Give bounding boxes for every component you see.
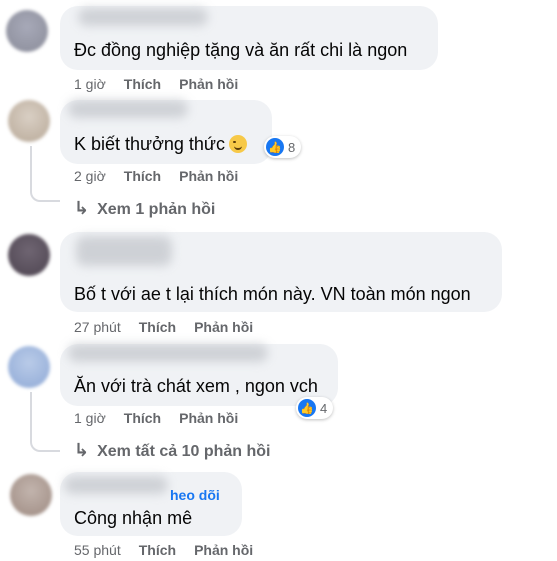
like-button[interactable]: Thích: [124, 410, 161, 426]
comment-text: Bố t với ae t lại thích món này. VN toàn…: [74, 284, 471, 304]
comment-text: Công nhận mê: [74, 508, 193, 528]
comment-bubble: Ăn với trà chát xem , ngon vch: [60, 344, 338, 406]
reply-arrow-icon: ↳: [74, 198, 90, 218]
comment-actions: 1 giờ Thích Phản hồi: [74, 410, 256, 426]
comment-time[interactable]: 2 giờ: [74, 168, 106, 184]
view-replies-link[interactable]: ↳ Xem tất cả 10 phản hồi: [74, 440, 270, 461]
avatar[interactable]: [8, 234, 50, 276]
like-button[interactable]: Thích: [139, 542, 176, 558]
reply-button[interactable]: Phản hồi: [179, 168, 238, 184]
comment-bubble: Đc đồng nghiệp tặng và ăn rất chi là ngo…: [60, 6, 438, 70]
avatar[interactable]: [10, 474, 52, 516]
reply-button[interactable]: Phản hồi: [179, 76, 238, 92]
avatar[interactable]: [8, 100, 50, 142]
comment-bubble: heo dõi Công nhận mê: [60, 472, 242, 536]
thread-connector: [30, 436, 60, 452]
comment-time[interactable]: 1 giờ: [74, 410, 106, 426]
comment-time[interactable]: 55 phút: [74, 542, 121, 558]
comment-actions: 1 giờ Thích Phản hồi: [74, 76, 256, 92]
avatar[interactable]: [8, 346, 50, 388]
commenter-name[interactable]: [76, 236, 172, 266]
like-button[interactable]: Thích: [139, 319, 176, 335]
like-button[interactable]: Thích: [124, 168, 161, 184]
comment-text: K biết thưởng thức: [74, 134, 247, 155]
thread-connector: [30, 186, 60, 202]
commenter-name[interactable]: [78, 8, 208, 26]
commenter-name[interactable]: [68, 344, 268, 362]
thread-line: [30, 392, 32, 436]
reaction-count[interactable]: 👍 8: [264, 136, 302, 158]
reply-arrow-icon: ↳: [74, 440, 90, 460]
commenter-name[interactable]: [64, 476, 168, 494]
reply-button[interactable]: Phản hồi: [194, 542, 253, 558]
like-icon: 👍: [298, 399, 316, 417]
avatar[interactable]: [6, 10, 48, 52]
reply-button[interactable]: Phản hồi: [179, 410, 238, 426]
comment-actions: 27 phút Thích Phản hồi: [74, 319, 271, 335]
like-button[interactable]: Thích: [124, 76, 161, 92]
comment-time[interactable]: 1 giờ: [74, 76, 106, 92]
like-icon: 👍: [266, 138, 284, 156]
follow-link[interactable]: heo dõi: [170, 487, 220, 503]
comment-bubble: K biết thưởng thức: [60, 100, 272, 164]
thread-line: [30, 146, 32, 186]
comment-text: Ăn với trà chát xem , ngon vch: [74, 376, 318, 396]
smirk-emoji: [228, 135, 247, 153]
comment-text: Đc đồng nghiệp tặng và ăn rất chi là ngo…: [74, 40, 408, 60]
commenter-name[interactable]: [68, 100, 188, 118]
comment-time[interactable]: 27 phút: [74, 319, 121, 335]
reaction-count[interactable]: 👍 4: [296, 397, 334, 419]
view-replies-link[interactable]: ↳ Xem 1 phản hồi: [74, 198, 215, 219]
reply-button[interactable]: Phản hồi: [194, 319, 253, 335]
comment-actions: 55 phút Thích Phản hồi: [74, 542, 271, 558]
comment-actions: 2 giờ Thích Phản hồi: [74, 168, 256, 184]
comment-bubble: Bố t với ae t lại thích món này. VN toàn…: [60, 232, 502, 312]
